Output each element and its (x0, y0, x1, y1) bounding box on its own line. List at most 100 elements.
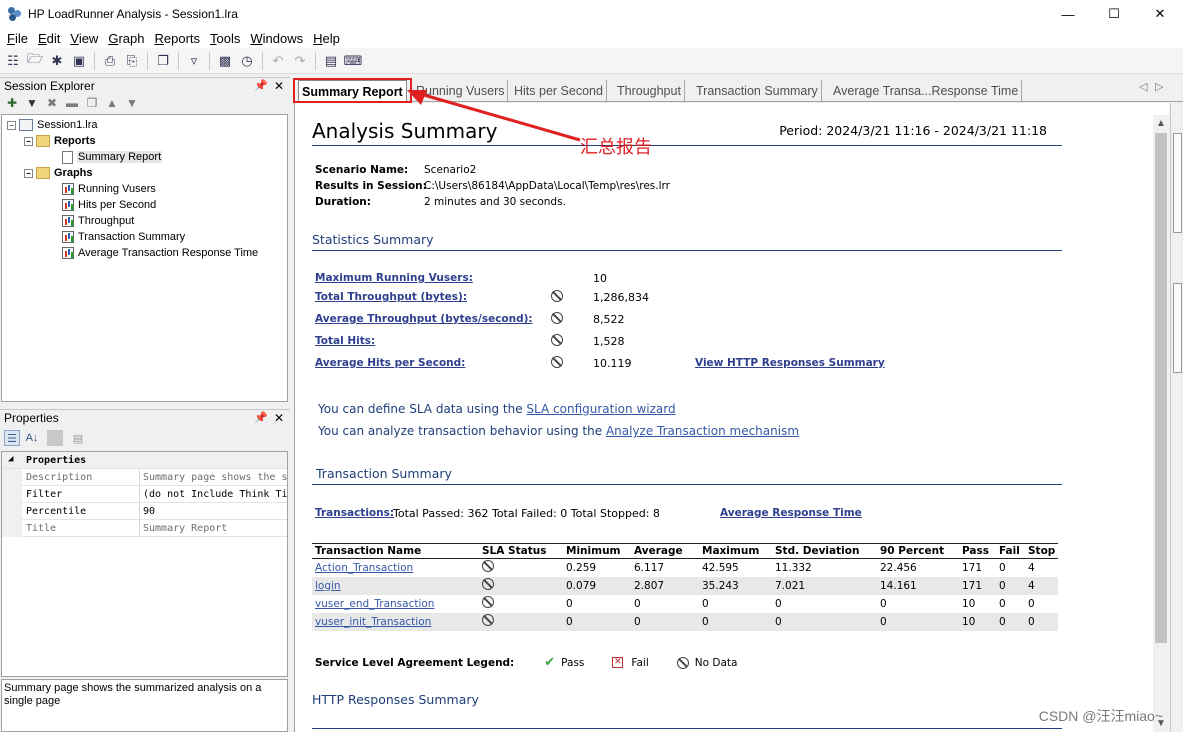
collapse-icon[interactable]: ◢ (8, 454, 13, 464)
analyze-transaction-link[interactable]: Analyze Transaction mechanism (606, 424, 799, 438)
report-viewport: Analysis Summary Period: 2024/3/21 11:16… (294, 103, 1169, 732)
sla-wizard-link[interactable]: SLA configuration wizard (526, 402, 675, 416)
keyboard-icon[interactable]: ⌨ (343, 51, 363, 71)
stat-value: 10 (593, 272, 607, 285)
export-icon[interactable]: ⎘ (122, 51, 142, 71)
stat-link[interactable]: Average Hits per Second: (315, 357, 465, 369)
tab-average-transaction-response-time[interactable]: Average Transa...Response Time (830, 80, 1023, 101)
duration-label: Duration: (315, 196, 371, 208)
property-category[interactable]: ◢ Properties (2, 452, 287, 469)
dock-tab[interactable] (1173, 283, 1182, 373)
no-data-icon (482, 596, 494, 608)
analyze-sentence: You can analyze transaction behavior usi… (318, 424, 800, 438)
tree-node-summary-report[interactable]: Summary Report (62, 149, 163, 165)
sla-legend: Service Level Agreement Legend: ✔ Pass ✕… (315, 655, 738, 670)
print-icon[interactable]: ⎙ (100, 51, 120, 71)
redo-icon[interactable]: ↷ (290, 51, 310, 71)
tree-node-reports[interactable]: − Reports (24, 133, 96, 149)
tree-node-graph[interactable]: Running Vusers (62, 181, 156, 197)
pin-icon[interactable]: 📌 (254, 79, 268, 92)
sla-sentence: You can define SLA data using the SLA co… (318, 402, 676, 416)
tree-node-graph[interactable]: Hits per Second (62, 197, 156, 213)
tree-node-session[interactable]: − Session1.lra (7, 117, 98, 133)
close-pane-icon[interactable]: ✕ (274, 79, 284, 93)
open-icon[interactable]: 🗁 (25, 51, 45, 71)
menu-help[interactable]: Help (308, 31, 345, 46)
copy-icon[interactable]: ❐ (153, 51, 173, 71)
divider (312, 728, 1062, 729)
menu-edit[interactable]: Edit (33, 31, 65, 46)
menu-tools[interactable]: Tools (205, 31, 245, 46)
menu-reports[interactable]: Reports (149, 31, 205, 46)
collapse-icon[interactable]: − (24, 136, 33, 146)
document-icon (62, 150, 73, 164)
tree-node-graph[interactable]: Transaction Summary (62, 229, 185, 245)
no-data-icon (482, 560, 494, 573)
new-session-icon[interactable]: ☷ (3, 51, 23, 71)
average-response-time-link[interactable]: Average Response Time (720, 507, 862, 519)
tab-scroll-right-icon[interactable]: ▷ (1155, 80, 1163, 93)
scroll-up-icon[interactable]: ▲ (1156, 118, 1166, 129)
column-header: Average (631, 543, 699, 559)
dropdown-icon[interactable]: ▼ (24, 95, 40, 111)
transactions-link[interactable]: Transactions: (315, 507, 394, 519)
right-dock-strip (1170, 103, 1183, 732)
alphabetical-icon[interactable]: A↓ (24, 430, 40, 446)
vertical-scrollbar[interactable]: ▲ ▼ (1153, 115, 1169, 732)
scenario-label: Scenario Name: (315, 164, 409, 176)
view-http-responses-link[interactable]: View HTTP Responses Summary (695, 357, 885, 369)
filter-icon[interactable]: ▿ (184, 51, 204, 71)
tab-scroll-left-icon[interactable]: ◁ (1139, 80, 1147, 93)
scrollbar-thumb[interactable] (1155, 133, 1167, 643)
menu-graph[interactable]: Graph (103, 31, 149, 46)
tree-node-graph[interactable]: Throughput (62, 213, 134, 229)
property-pages-icon[interactable]: ▤ (70, 430, 86, 446)
menu-view[interactable]: View (65, 31, 103, 46)
maximize-button[interactable]: ☐ (1091, 0, 1137, 28)
undo-icon[interactable]: ↶ (268, 51, 288, 71)
graph-settings-icon[interactable]: ▩ (215, 51, 235, 71)
pin-icon[interactable]: 📌 (254, 411, 268, 424)
move-up-icon[interactable]: ▲ (104, 95, 120, 111)
move-down-icon[interactable]: ▼ (124, 95, 140, 111)
tab-transaction-summary[interactable]: Transaction Summary (693, 80, 822, 101)
table-row: vuser_end_Transaction 000 0 0 10 00 (312, 594, 1059, 613)
transaction-link[interactable]: Action_Transaction (315, 562, 413, 574)
categorized-icon[interactable]: ☰ (4, 430, 20, 446)
collapse-icon[interactable]: − (24, 168, 33, 178)
stat-link[interactable]: Total Hits: (315, 335, 375, 347)
report-icon[interactable]: ▤ (321, 51, 341, 71)
no-data-icon (482, 614, 494, 626)
stat-link[interactable]: Total Throughput (bytes): (315, 291, 467, 303)
minimize-button[interactable]: — (1045, 0, 1091, 28)
granularity-icon[interactable]: ◷ (237, 51, 257, 71)
tree-node-graphs[interactable]: − Graphs (24, 165, 93, 181)
menu-windows[interactable]: Windows (245, 31, 308, 46)
stat-link[interactable]: Maximum Running Vusers: (315, 272, 473, 284)
no-data-icon (551, 312, 563, 324)
close-pane-icon[interactable]: ✕ (274, 411, 284, 425)
stat-link[interactable]: Average Throughput (bytes/second): (315, 313, 533, 325)
tree-node-graph[interactable]: Average Transaction Response Time (62, 245, 258, 261)
transaction-link[interactable]: vuser_init_Transaction (315, 616, 431, 628)
property-row[interactable]: Percentile 90 (2, 503, 287, 520)
property-row[interactable]: Filter (do not Include Think Ti (2, 486, 287, 503)
transaction-totals: Total Passed: 362 Total Failed: 0 Total … (393, 507, 660, 520)
table-row: Action_Transaction 0.259 6.117 42.595 11.3… (312, 558, 1059, 577)
duplicate-icon[interactable]: ❐ (84, 95, 100, 111)
delete-icon[interactable]: ✖ (44, 95, 60, 111)
dock-tab[interactable] (1173, 133, 1182, 233)
tab-throughput[interactable]: Throughput (614, 80, 685, 101)
property-row[interactable]: Title Summary Report (2, 520, 287, 537)
add-item-icon[interactable]: ✚ (4, 95, 20, 111)
graph-icon (62, 231, 74, 243)
transaction-link[interactable]: vuser_end_Transaction (315, 598, 434, 610)
close-button[interactable]: ✕ (1137, 0, 1183, 28)
transaction-link[interactable]: login (315, 580, 341, 592)
save-icon[interactable]: ▣ (69, 51, 89, 71)
collapse-icon[interactable]: − (7, 120, 16, 130)
property-row[interactable]: Description Summary page shows the s (2, 469, 287, 486)
rename-icon[interactable]: ▬ (64, 95, 80, 111)
new-graph-icon[interactable]: ✱ (47, 51, 67, 71)
menu-file[interactable]: File (2, 31, 33, 46)
